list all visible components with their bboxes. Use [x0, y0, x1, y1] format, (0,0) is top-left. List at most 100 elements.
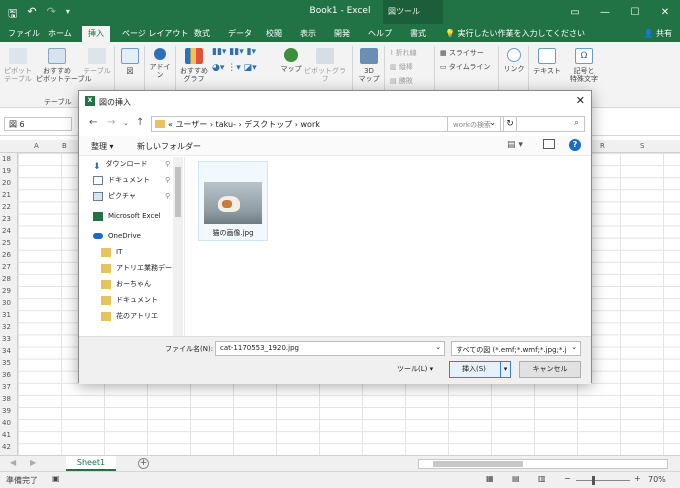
- row-header[interactable]: 20: [2, 179, 11, 187]
- row-header[interactable]: 39: [2, 407, 11, 415]
- tab-developer[interactable]: 開発: [328, 26, 356, 42]
- row-header[interactable]: 32: [2, 323, 11, 331]
- tab-format[interactable]: 書式: [404, 26, 432, 42]
- chevron-down-icon[interactable]: ⌄: [571, 343, 577, 351]
- nav-item[interactable]: ⬇ ダウンロード ⚲: [93, 157, 170, 172]
- nav-item[interactable]: アトリエ業務データ: [101, 261, 179, 275]
- row-header[interactable]: 34: [2, 347, 11, 355]
- timeline-button[interactable]: ▭ タイムライン: [440, 62, 490, 72]
- tab-data[interactable]: データ: [222, 26, 258, 42]
- table-button[interactable]: テーブル: [82, 48, 112, 75]
- row-header[interactable]: 25: [2, 239, 11, 247]
- zoom-level[interactable]: 70%: [648, 475, 666, 484]
- name-box[interactable]: 図 6: [4, 117, 72, 131]
- pivot-table-button[interactable]: ピボット テーブル: [2, 48, 34, 83]
- column-header[interactable]: A: [34, 142, 39, 150]
- tab-home[interactable]: ホーム: [42, 26, 78, 42]
- addins-button[interactable]: アドイン: [147, 48, 173, 79]
- nav-item[interactable]: おーちゃん: [101, 277, 151, 291]
- tell-me-box[interactable]: 💡 実行したい作業を入力してください: [445, 26, 585, 42]
- page-layout-view-icon[interactable]: ▤: [512, 474, 520, 483]
- macro-record-icon[interactable]: ▣: [52, 474, 60, 483]
- figure-button[interactable]: 図: [118, 48, 142, 75]
- chevron-down-icon[interactable]: ⌄: [435, 343, 441, 351]
- nav-item[interactable]: ドキュメント ⚲: [93, 173, 170, 187]
- row-header[interactable]: 40: [2, 419, 11, 427]
- symbol-button[interactable]: Ω 記号と 特殊文字: [564, 48, 604, 83]
- slicer-button[interactable]: ▦ スライサー: [440, 48, 484, 58]
- tab-file[interactable]: ファイル: [2, 26, 46, 42]
- row-header[interactable]: 41: [2, 431, 11, 439]
- nav-item[interactable]: OneDrive: [93, 229, 141, 243]
- recommended-chart-button[interactable]: おすすめ グラフ: [178, 48, 210, 83]
- pie-chart-icon[interactable]: ◕▾ ⋮▾ ◪▾: [212, 63, 257, 73]
- dialog-close-icon[interactable]: ✕: [576, 94, 585, 107]
- normal-view-icon[interactable]: ▦: [486, 474, 494, 483]
- recommended-pivot-button[interactable]: おすすめ ピボットテーブル: [36, 48, 92, 83]
- column-header[interactable]: B: [62, 142, 67, 150]
- link-button[interactable]: リンク: [502, 48, 526, 73]
- tab-view[interactable]: 表示: [294, 26, 322, 42]
- share-button[interactable]: 👤 共有: [643, 26, 672, 42]
- ribbon-display-icon[interactable]: ▭: [560, 0, 590, 24]
- row-header[interactable]: 24: [2, 227, 11, 235]
- insert-button[interactable]: 挿入(S) ▾: [449, 361, 511, 378]
- 3d-map-button[interactable]: 3D マップ: [356, 48, 382, 83]
- zoom-in-icon[interactable]: +: [634, 474, 641, 483]
- file-type-select[interactable]: すべての図 (*.emf;*.wmf;*.jpg;*.j ⌄: [451, 341, 581, 356]
- insert-dropdown-icon[interactable]: ▾: [500, 362, 510, 377]
- row-header[interactable]: 33: [2, 335, 11, 343]
- pivot-chart-button[interactable]: ピボットグラフ: [304, 48, 346, 83]
- nav-scroll-thumb[interactable]: [175, 167, 181, 217]
- tab-review[interactable]: 校閲: [260, 26, 288, 42]
- organize-button[interactable]: 整理 ▾: [91, 141, 114, 152]
- nav-item[interactable]: 花のアトリエ: [101, 309, 158, 323]
- tab-page-layout[interactable]: ページ レイアウト: [116, 26, 194, 42]
- file-item[interactable]: 猫の画像.jpg: [198, 161, 268, 241]
- recent-locations-icon[interactable]: ⌄: [123, 119, 129, 127]
- sparkline-column-button[interactable]: ▥ 縦棒: [390, 62, 413, 72]
- tab-formulas[interactable]: 数式: [188, 26, 216, 42]
- tools-button[interactable]: ツール(L) ▾: [397, 364, 433, 374]
- nav-item[interactable]: ドキュメント: [101, 293, 158, 307]
- maximize-icon[interactable]: ☐: [620, 0, 650, 24]
- close-window-icon[interactable]: ✕: [650, 0, 680, 24]
- text-button[interactable]: テキスト: [532, 48, 562, 75]
- zoom-out-icon[interactable]: −: [564, 474, 571, 483]
- tab-help[interactable]: ヘルプ: [362, 26, 398, 42]
- row-header[interactable]: 38: [2, 395, 11, 403]
- row-header[interactable]: 42: [2, 443, 11, 451]
- row-header[interactable]: 37: [2, 383, 11, 391]
- preview-pane-icon[interactable]: [543, 139, 555, 149]
- sheet-tab[interactable]: Sheet1: [66, 456, 116, 471]
- cancel-button[interactable]: キャンセル: [519, 361, 581, 378]
- nav-item[interactable]: IT: [101, 245, 122, 259]
- search-input[interactable]: workの検索 ⌕: [447, 116, 585, 132]
- row-header[interactable]: 27: [2, 263, 11, 271]
- column-chart-icon[interactable]: ▮▮▾ ▮▮▾ ▮▾: [212, 47, 256, 57]
- filename-input[interactable]: cat-1170553_1920.jpg ⌄: [215, 341, 445, 356]
- row-header[interactable]: 19: [2, 167, 11, 175]
- row-header[interactable]: 31: [2, 311, 11, 319]
- nav-scrollbar[interactable]: [173, 157, 183, 336]
- tab-insert[interactable]: 挿入: [82, 26, 110, 42]
- sheet-prev-icon[interactable]: ◀: [10, 458, 16, 467]
- zoom-slider[interactable]: [576, 480, 630, 481]
- help-icon[interactable]: ?: [569, 139, 581, 151]
- up-icon[interactable]: ↑: [136, 117, 144, 128]
- add-sheet-icon[interactable]: +: [138, 458, 149, 469]
- nav-item[interactable]: ピクチャ ⚲: [93, 189, 170, 203]
- forward-icon[interactable]: →: [107, 117, 115, 128]
- horizontal-scrollbar[interactable]: [418, 459, 668, 469]
- map-button[interactable]: マップ: [278, 48, 304, 73]
- column-header[interactable]: R: [600, 142, 605, 150]
- row-header[interactable]: 30: [2, 299, 11, 307]
- nav-item[interactable]: Microsoft Excel: [93, 209, 161, 223]
- sparkline-winloss-button[interactable]: ▤ 勝敗: [390, 76, 413, 86]
- sheet-next-icon[interactable]: ▶: [30, 458, 36, 467]
- row-header[interactable]: 18: [2, 155, 11, 163]
- scroll-thumb[interactable]: [433, 461, 523, 467]
- zoom-slider-thumb[interactable]: [592, 476, 595, 485]
- row-header[interactable]: 36: [2, 371, 11, 379]
- row-header[interactable]: 22: [2, 203, 11, 211]
